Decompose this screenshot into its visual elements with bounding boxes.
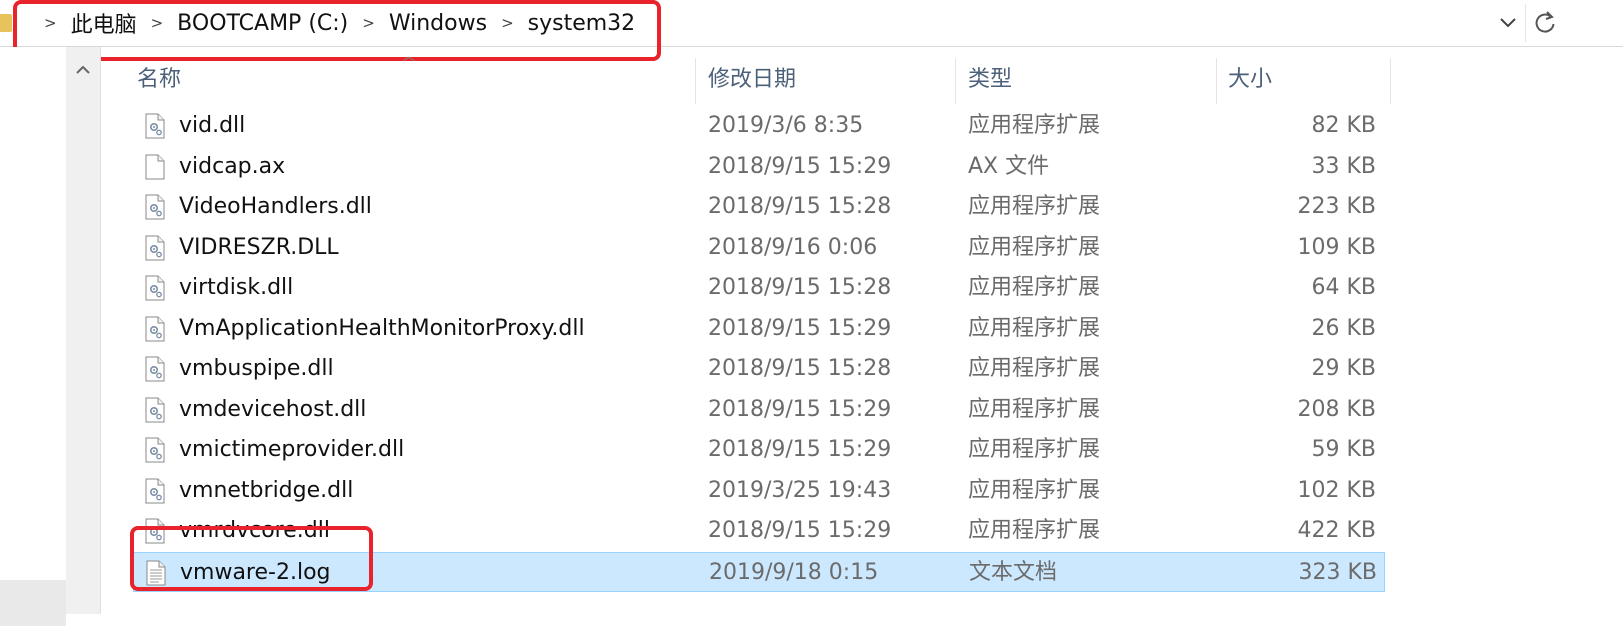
file-name: VIDRESZR.DLL [179,234,339,260]
dll-file-icon [145,437,165,463]
refresh-icon[interactable] [1525,4,1564,42]
file-name: vmdevicehost.dll [179,396,367,422]
breadcrumb-drive-c[interactable]: BOOTCAMP (C:) [177,11,348,36]
file-row[interactable]: vmdevicehost.dll 2018/9/15 15:29 应用程序扩展 208… [133,390,1385,430]
file-row[interactable]: vmictimeprovider.dll 2018/9/15 15:29 应用程序扩… [133,430,1385,470]
file-name: vmnetbridge.dll [179,477,354,503]
dll-file-icon [145,518,165,544]
column-header-name[interactable]: 名称 [137,58,181,102]
dll-file-icon [145,194,165,220]
file-modified-date: 2018/9/15 15:29 [708,153,892,179]
file-name: vmictimeprovider.dll [179,437,405,462]
nav-selected-item[interactable] [0,580,66,626]
file-modified-date: 2019/9/18 0:15 [709,559,879,585]
text-file-icon [146,560,166,586]
dll-file-icon [145,316,165,342]
file-row-selected[interactable]: vmware-2.log 2019/9/18 0:15 文本文档 323 KB [133,551,1385,592]
column-header-date[interactable]: 修改日期 [708,58,796,102]
folder-icon [0,14,12,32]
file-size: 26 KB [1311,315,1376,341]
dll-file-icon [145,235,165,261]
file-row[interactable]: vmbuspipe.dll 2018/9/15 15:28 应用程序扩展 29 KB [133,349,1385,389]
file-row[interactable]: vmrdvcore.dll 2018/9/15 15:29 应用程序扩展 422 KB [133,511,1385,551]
file-size: 29 KB [1311,356,1376,381]
column-headers: 名称 修改日期 类型 大小 [100,58,1400,104]
file-modified-date: 2018/9/15 15:29 [708,518,892,543]
file-size: 223 KB [1297,194,1376,219]
scroll-up-icon[interactable] [66,55,100,85]
blank-file-icon [145,154,165,180]
file-row[interactable]: vidcap.ax 2018/9/15 15:29 AX 文件 33 KB [133,147,1385,187]
file-size: 33 KB [1311,153,1376,179]
file-type: 应用程序扩展 [968,356,1101,381]
file-row[interactable]: VIDRESZR.DLL 2018/9/16 0:06 应用程序扩展 109 KB [133,228,1385,268]
column-divider[interactable] [695,58,696,104]
file-size: 59 KB [1311,437,1376,462]
breadcrumb: > 此电脑 > BOOTCAMP (C:) > Windows > system… [30,0,635,46]
breadcrumb-chevron-icon[interactable]: > [44,14,57,32]
breadcrumb-chevron-icon[interactable]: > [362,14,375,32]
file-row[interactable]: vid.dll 2019/3/6 8:35 应用程序扩展 82 KB [133,106,1385,146]
dll-file-icon [145,113,165,139]
dll-file-icon [145,397,165,423]
dll-file-icon [145,478,165,504]
column-divider[interactable] [1216,58,1217,104]
file-type: 应用程序扩展 [968,437,1101,462]
breadcrumb-chevron-icon[interactable]: > [151,14,164,32]
file-type: 应用程序扩展 [968,315,1101,341]
nav-scrollbar[interactable] [66,47,101,614]
file-name: vmrdvcore.dll [179,518,330,543]
dll-file-icon [145,275,165,301]
file-modified-date: 2018/9/15 15:29 [708,315,892,341]
file-name: VideoHandlers.dll [179,194,372,219]
file-modified-date: 2019/3/25 19:43 [708,477,892,503]
file-name: vid.dll [179,113,246,138]
file-modified-date: 2018/9/15 15:29 [708,437,892,462]
file-type: 应用程序扩展 [968,234,1101,260]
breadcrumb-system32[interactable]: system32 [528,11,636,36]
file-row[interactable]: VideoHandlers.dll 2018/9/15 15:28 应用程序扩展 22… [133,187,1385,227]
file-size: 323 KB [1298,559,1377,585]
dll-file-icon [145,356,165,382]
file-modified-date: 2019/3/6 8:35 [708,113,864,138]
column-header-size[interactable]: 大小 [1228,58,1272,102]
column-divider[interactable] [955,58,956,104]
file-type: 应用程序扩展 [968,477,1101,503]
file-type: AX 文件 [968,153,1050,179]
column-header-type[interactable]: 类型 [968,58,1012,102]
file-size: 82 KB [1311,113,1376,138]
file-type: 文本文档 [969,559,1058,585]
chevron-down-icon[interactable] [1491,6,1525,40]
navigation-pane[interactable] [0,47,66,626]
file-name: vmbuspipe.dll [179,356,334,381]
file-modified-date: 2018/9/16 0:06 [708,234,878,260]
file-modified-date: 2018/9/15 15:29 [708,396,892,422]
breadcrumb-this-pc[interactable]: 此电脑 [71,7,137,39]
file-modified-date: 2018/9/15 15:28 [708,275,892,300]
file-type: 应用程序扩展 [968,396,1101,422]
file-row[interactable]: VmApplicationHealthMonitorProxy.dll 2018/… [133,309,1385,349]
file-name: virtdisk.dll [179,275,294,300]
file-row[interactable]: virtdisk.dll 2018/9/15 15:28 应用程序扩展 64 KB [133,268,1385,308]
breadcrumb-windows[interactable]: Windows [389,11,487,36]
file-name: VmApplicationHealthMonitorProxy.dll [179,315,585,341]
file-row[interactable]: vmnetbridge.dll 2019/3/25 19:43 应用程序扩展 102 … [133,471,1385,511]
column-divider[interactable] [1390,58,1391,104]
file-modified-date: 2018/9/15 15:28 [708,356,892,381]
file-type: 应用程序扩展 [968,275,1101,300]
file-type: 应用程序扩展 [968,113,1101,138]
address-bar[interactable]: > 此电脑 > BOOTCAMP (C:) > Windows > system… [0,0,1623,47]
file-type: 应用程序扩展 [968,194,1101,219]
file-type: 应用程序扩展 [968,518,1101,543]
file-size: 208 KB [1297,396,1376,422]
file-modified-date: 2018/9/15 15:28 [708,194,892,219]
file-size: 422 KB [1297,518,1376,543]
file-size: 102 KB [1297,477,1376,503]
file-name: vmware-2.log [180,559,331,585]
file-size: 64 KB [1311,275,1376,300]
breadcrumb-chevron-icon[interactable]: > [501,14,514,32]
file-name: vidcap.ax [179,153,286,179]
file-size: 109 KB [1297,234,1376,260]
